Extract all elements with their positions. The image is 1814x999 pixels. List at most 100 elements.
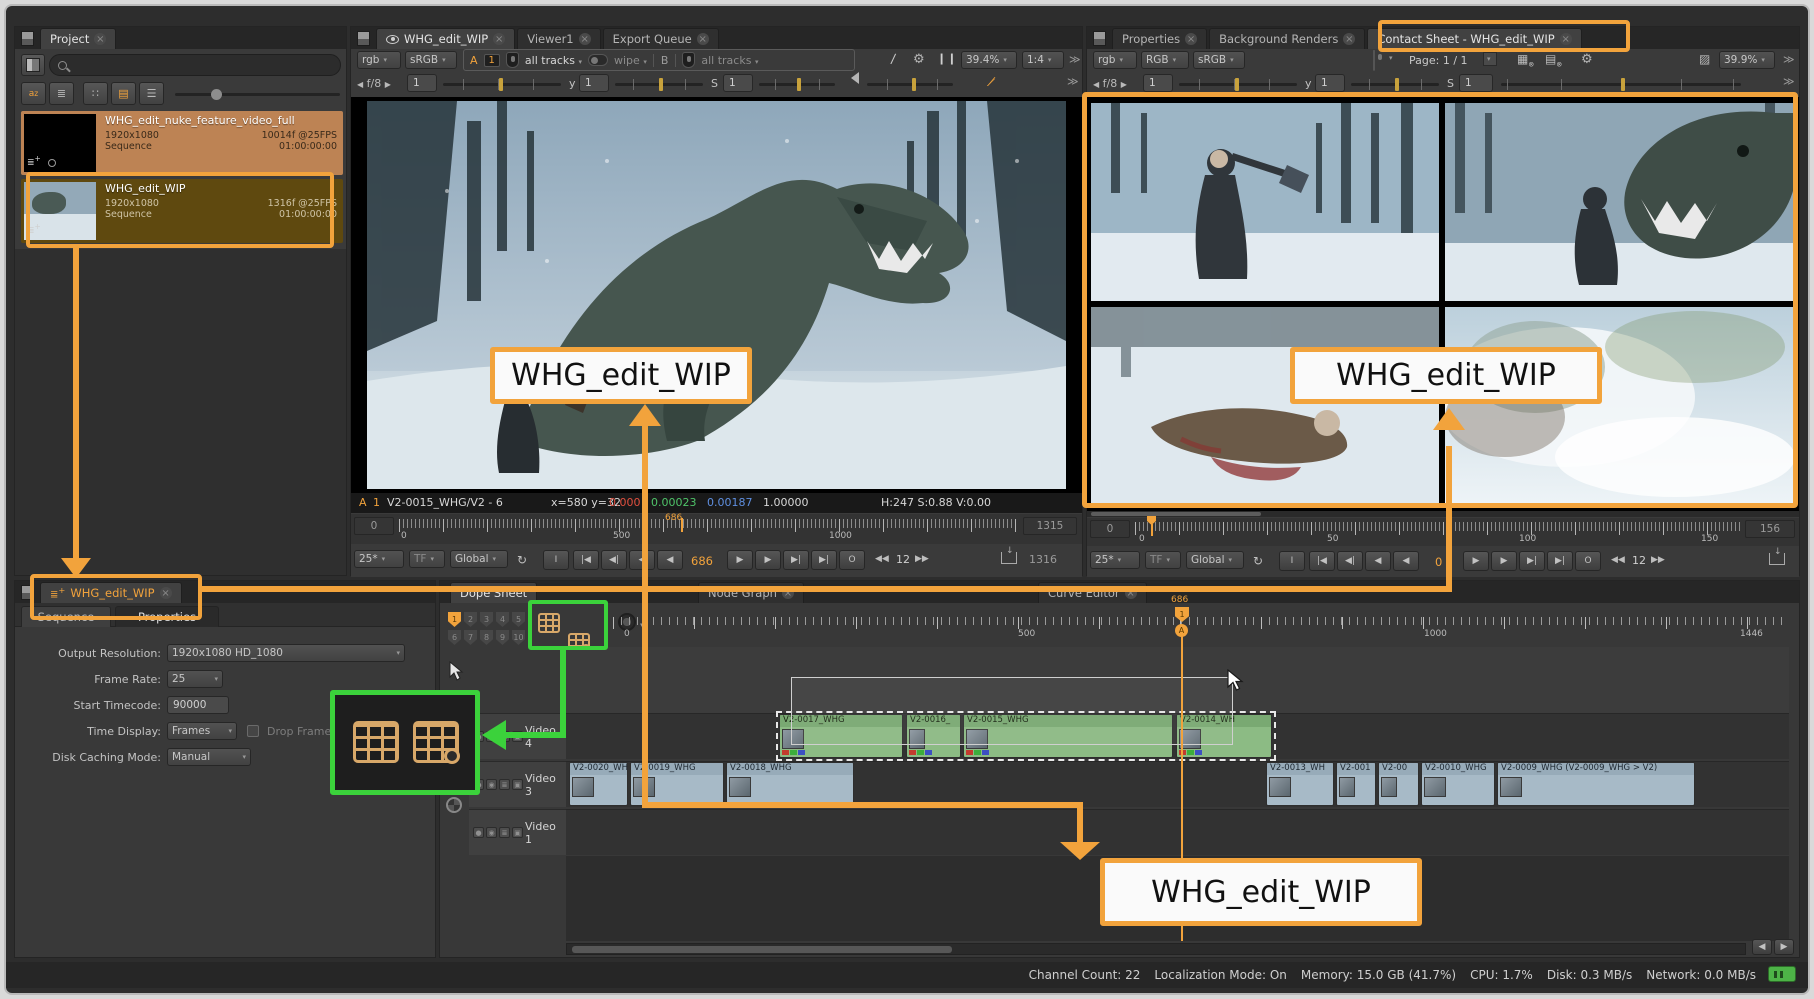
disk-caching-select[interactable]: Manual	[167, 748, 251, 766]
layers-icon[interactable]: ≣	[499, 779, 510, 790]
volume-slider[interactable]	[867, 83, 953, 86]
zoom-select[interactable]: 39.9%	[1719, 51, 1775, 69]
viewer-timeline-ruler[interactable]: 0 0 500 1000 686 1315	[351, 514, 1082, 544]
tag-10[interactable]: 10	[512, 630, 525, 645]
track-header-video1[interactable]: ●◉≣▣ Video 1	[469, 809, 566, 855]
playhead-badge[interactable]: A	[1175, 624, 1188, 637]
playhead-marker[interactable]	[681, 518, 683, 532]
close-icon[interactable]	[697, 33, 709, 45]
colorspace-select[interactable]: sRGB	[1193, 51, 1245, 69]
close-icon[interactable]	[94, 33, 106, 45]
gain-field[interactable]: 1	[1143, 74, 1173, 92]
gamma-field[interactable]: 1	[579, 74, 609, 92]
sort-order-button[interactable]: ≣	[49, 82, 74, 105]
output-resolution-select[interactable]: 1920x1080 HD_1080	[167, 644, 405, 662]
gamma-slider[interactable]	[1351, 83, 1439, 86]
roi-icon[interactable]: ⟋̷	[987, 75, 995, 90]
chevron-more-icon[interactable]: ≫	[1783, 53, 1793, 66]
jump-frames-value[interactable]: 12	[1632, 554, 1646, 567]
view-list-button[interactable]: ☰	[139, 82, 164, 105]
timeline-hscrollbar[interactable]	[566, 943, 1746, 955]
timeline-clip[interactable]: V2-0020_WHG	[569, 762, 628, 806]
tf-select[interactable]: TF	[409, 550, 445, 568]
scroll-right-button[interactable]: ▶	[1774, 939, 1794, 955]
tab-export-queue[interactable]: Export Queue	[603, 28, 719, 49]
out-point-button[interactable]: O	[1575, 551, 1601, 571]
panel-handle-icon[interactable]	[357, 31, 370, 46]
sort-az-button[interactable]: az	[21, 82, 46, 105]
b-input-label[interactable]: B	[653, 54, 677, 67]
bin-item-sequence-full[interactable]: ≣+ WHG_edit_nuke_feature_video_full 1920…	[21, 111, 343, 175]
timeline-clip[interactable]: V2-00	[1378, 762, 1419, 806]
in-point-button[interactable]: I	[543, 550, 569, 570]
scroll-left-button[interactable]: ◀	[1752, 939, 1772, 955]
project-bin-empty-area[interactable]	[15, 249, 346, 575]
drop-frame-checkbox[interactable]	[247, 725, 259, 737]
proxy-select[interactable]: 1:4	[1022, 51, 1064, 69]
chevron-more-icon[interactable]: ≫	[1069, 53, 1079, 66]
loop-mode-icon[interactable]: ↻	[517, 553, 527, 567]
scrollbar-thumb[interactable]	[572, 946, 952, 953]
saturation-field[interactable]: 1	[723, 74, 753, 92]
layer-select[interactable]: RGB	[1141, 51, 1189, 69]
channel-select[interactable]: rgb	[1093, 51, 1137, 69]
gain-slider[interactable]	[443, 83, 561, 86]
view-details-button[interactable]: ▤	[111, 82, 136, 105]
step-forward-button[interactable]: ▶	[1463, 551, 1489, 571]
a-layer-icon[interactable]	[506, 52, 519, 68]
saturation-slider[interactable]: 0 0.1 1 2 4	[1501, 83, 1741, 86]
saturation-slider[interactable]	[759, 83, 835, 86]
gear-icon[interactable]: ⚙	[1581, 52, 1593, 67]
pause-icon[interactable]: ❙❙	[937, 52, 957, 65]
tag-9[interactable]: 9	[496, 630, 509, 645]
start-timecode-field[interactable]: 90000	[167, 696, 229, 714]
chevron-more-icon[interactable]: ≫	[1783, 75, 1793, 88]
pointer-tool-icon[interactable]	[448, 661, 464, 681]
play-backward-button[interactable]: ◀	[1365, 551, 1391, 571]
select-col-icon[interactable]: ▤⊗	[1545, 52, 1562, 68]
timeline-clip[interactable]: V2-0009_WHG (V2-0009_WHG > V2)	[1497, 762, 1695, 806]
thumbnail-size-slider[interactable]	[175, 93, 340, 96]
b-tracks-select[interactable]: all tracks ▾	[701, 54, 758, 67]
layer-icon[interactable]	[1373, 50, 1375, 71]
tag-6[interactable]: 6	[448, 630, 461, 645]
chevron-more-icon[interactable]: ≫	[1067, 75, 1077, 88]
close-icon[interactable]	[1343, 33, 1355, 45]
gain-field[interactable]: 1	[407, 74, 437, 92]
step-back-button[interactable]: ◀	[1393, 551, 1419, 571]
contact-hscrollbar[interactable]	[1087, 511, 1799, 517]
frame-rate-select[interactable]: 25	[167, 670, 223, 688]
range-mode-select[interactable]: Global	[1186, 551, 1244, 569]
play-button[interactable]: ▶	[1491, 551, 1517, 571]
mask-icon[interactable]: ▣	[512, 779, 523, 790]
fps-select[interactable]: 25*	[354, 550, 404, 568]
out-point-button[interactable]: O	[839, 550, 865, 570]
goto-start-button[interactable]: |◀	[1309, 551, 1335, 571]
bin-view-button[interactable]	[21, 54, 45, 76]
gain-slider[interactable]	[1179, 83, 1297, 86]
next-edit-button[interactable]: ▶|	[1519, 551, 1545, 571]
tf-select[interactable]: TF	[1145, 551, 1181, 569]
panel-handle-icon[interactable]	[21, 31, 34, 46]
track-lane-video1[interactable]	[566, 809, 1789, 855]
in-point-button[interactable]: I	[1279, 551, 1305, 571]
close-icon[interactable]	[1185, 33, 1197, 45]
jump-back-button[interactable]: ◀◀	[875, 554, 889, 564]
a-tracks-select[interactable]: all tracks ▾	[525, 54, 582, 67]
export-icon[interactable]: ↓	[1001, 552, 1017, 564]
gamma-slider[interactable]	[615, 83, 703, 86]
eye-icon[interactable]: ◉	[486, 779, 497, 790]
annotate-pen-icon[interactable]: ∕	[890, 52, 896, 67]
goto-end-button[interactable]: ▶|	[1547, 551, 1573, 571]
gear-icon[interactable]: ⚙	[913, 52, 925, 67]
current-frame[interactable]: 686	[691, 554, 713, 568]
saturation-field[interactable]: 1	[1459, 74, 1493, 92]
fstop-label[interactable]: f/8	[1103, 77, 1118, 90]
viewer-image-area[interactable]	[351, 97, 1082, 493]
zoom-select[interactable]: 39.4%	[961, 51, 1017, 69]
tab-viewer1[interactable]: Viewer1	[517, 28, 600, 49]
wipe-mode-select[interactable]: wipe ▾	[614, 54, 647, 67]
colorspace-select[interactable]: sRGB	[405, 51, 457, 69]
loop-mode-icon[interactable]: ↻	[1253, 554, 1263, 568]
step-forward-button[interactable]: ▶	[727, 550, 753, 570]
